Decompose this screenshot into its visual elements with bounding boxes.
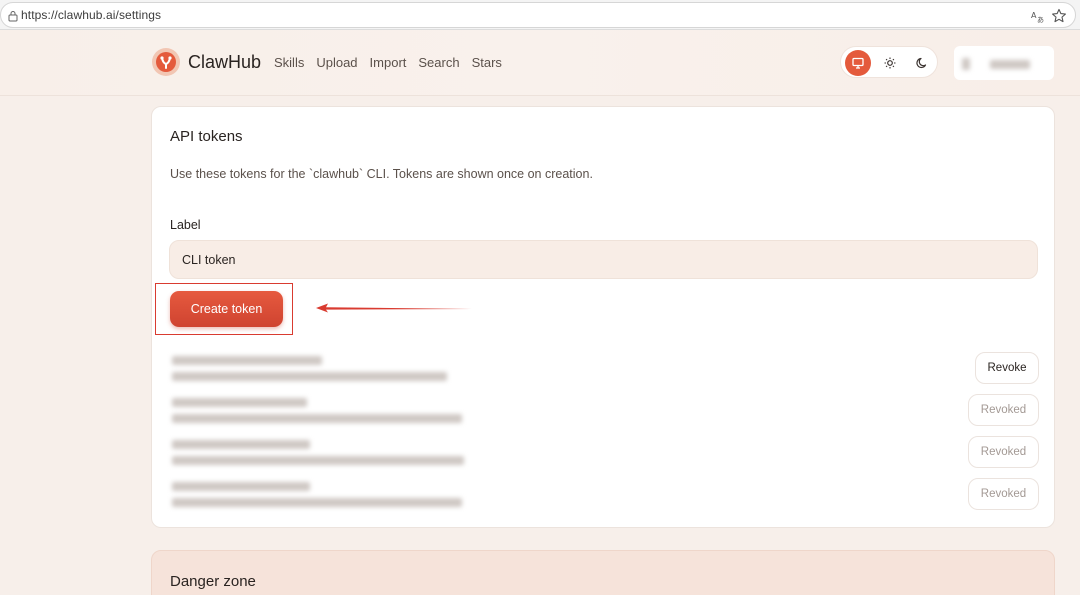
theme-light-button[interactable] [877, 50, 903, 76]
annotation-arrow [316, 303, 472, 313]
nav-stars[interactable]: Stars [472, 55, 502, 70]
redacted-token-name [172, 440, 310, 449]
avatar [962, 58, 970, 70]
danger-zone-title: Danger zone [170, 573, 256, 590]
revoked-button[interactable]: Revoked [968, 394, 1039, 426]
bookmark-star-icon[interactable] [1051, 8, 1067, 24]
url-bar[interactable]: https://clawhub.ai/settings A あ [0, 2, 1076, 28]
theme-switch [840, 46, 938, 78]
redacted-token-meta [172, 498, 462, 507]
main-nav: Skills Upload Import Search Stars [274, 55, 502, 70]
redacted-token-meta [172, 414, 462, 423]
theme-dark-button[interactable] [909, 50, 935, 76]
token-row: Revoked [152, 478, 1056, 518]
revoked-button[interactable]: Revoked [968, 478, 1039, 510]
redacted-token-name [172, 398, 307, 407]
nav-skills[interactable]: Skills [274, 55, 304, 70]
redacted-username [990, 60, 1030, 69]
moon-icon [916, 57, 927, 69]
redacted-token-name [172, 356, 322, 365]
site-info-icon[interactable] [7, 10, 19, 22]
token-row: Revoked [152, 394, 1056, 434]
browser-address-bar: https://clawhub.ai/settings A あ [0, 0, 1080, 30]
revoke-button[interactable]: Revoke [975, 352, 1039, 384]
redacted-token-name [172, 482, 310, 491]
svg-text:あ: あ [1037, 16, 1044, 23]
token-row: Revoke [152, 352, 1056, 392]
sun-icon [884, 57, 896, 69]
nav-search[interactable]: Search [418, 55, 459, 70]
clawhub-logo[interactable] [152, 48, 180, 76]
token-row: Revoked [152, 436, 1056, 476]
redacted-token-meta [172, 372, 447, 381]
nav-import[interactable]: Import [370, 55, 407, 70]
translate-icon[interactable]: A あ [1031, 9, 1045, 23]
nav-upload[interactable]: Upload [316, 55, 357, 70]
api-tokens-description: Use these tokens for the `clawhub` CLI. … [170, 167, 593, 181]
token-label-input[interactable] [169, 240, 1038, 279]
create-token-button[interactable]: Create token [170, 291, 283, 327]
revoked-button[interactable]: Revoked [968, 436, 1039, 468]
label-field-label: Label [170, 218, 201, 232]
brand-name[interactable]: ClawHub [188, 52, 261, 73]
redacted-token-meta [172, 456, 464, 465]
site-header: ClawHub Skills Upload Import Search Star… [0, 30, 1080, 96]
user-menu[interactable] [954, 46, 1054, 80]
api-tokens-title: API tokens [170, 128, 243, 145]
monitor-icon [852, 57, 864, 69]
danger-zone-card: Danger zone [151, 550, 1055, 595]
url-text[interactable]: https://clawhub.ai/settings [21, 8, 161, 22]
api-tokens-card: API tokens Use these tokens for the `cla… [151, 106, 1055, 528]
theme-system-button[interactable] [845, 50, 871, 76]
